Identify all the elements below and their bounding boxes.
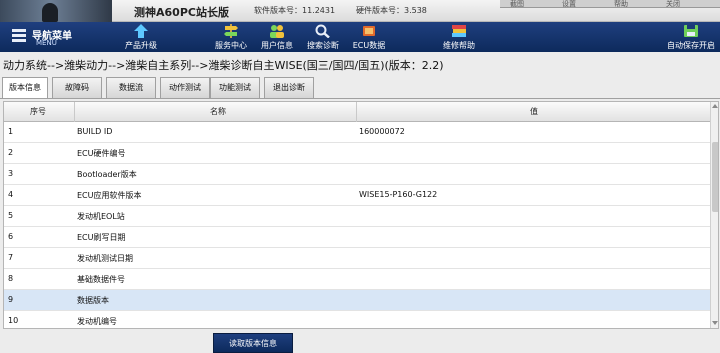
row-no: 5 — [8, 211, 14, 220]
diagnostic-app: 测神A60PC站长版 软件版本号：11.2431 硬件版本号：3.538 截图 … — [0, 0, 720, 353]
row-value: 160000072 — [359, 127, 405, 136]
help-button[interactable]: 帮助 — [614, 0, 628, 8]
title-bar: 测神A60PC站长版 软件版本号：11.2431 硬件版本号：3.538 截图 … — [0, 0, 720, 22]
settings-button[interactable]: 设置 — [562, 0, 576, 8]
ecu-data-button[interactable]: ECU数据 — [346, 24, 392, 51]
table-row[interactable]: 1 BUILD ID 160000072 — [4, 122, 710, 143]
table-row[interactable]: 6 ECU刷写日期 — [4, 227, 710, 248]
tab-version-info[interactable]: 版本信息 — [2, 77, 48, 99]
row-no: 10 — [8, 316, 19, 325]
table-row[interactable]: 4 ECU应用软件版本 WISE15-P160-G122 — [4, 185, 710, 206]
table-row[interactable]: 3 Bootloader版本 — [4, 164, 710, 185]
user-info-label: 用户信息 — [261, 41, 293, 50]
column-header-no[interactable]: 序号 — [30, 106, 46, 117]
screenshot-button[interactable]: 截图 — [510, 0, 524, 8]
row-no: 8 — [8, 274, 14, 283]
column-header-name[interactable]: 名称 — [210, 106, 226, 117]
upgrade-arrow-icon — [134, 24, 148, 38]
scroll-up-arrow-icon[interactable] — [712, 104, 718, 108]
nav-menu-sublabel: MENU — [36, 39, 57, 47]
row-name: 发动机编号 — [77, 317, 117, 326]
main-toolbar: 导航菜单 MENU 产品升级 服务中心 用户信息 搜索诊断 ECU数据 维修帮助… — [0, 22, 720, 52]
row-no: 2 — [8, 148, 14, 157]
repair-help-button[interactable]: 维修帮助 — [436, 24, 482, 51]
table-row[interactable]: 8 基础数据件号 — [4, 269, 710, 290]
row-name: ECU硬件编号 — [77, 149, 126, 158]
auto-save-button[interactable]: 自动保存开启 — [664, 24, 718, 51]
row-name: 发动机测试日期 — [77, 254, 133, 263]
table-row[interactable]: 5 发动机EOL站 — [4, 206, 710, 227]
scrollbar-thumb[interactable] — [712, 142, 718, 212]
tab-exit-diagnosis[interactable]: 退出诊断 — [264, 77, 314, 98]
row-no: 9 — [8, 295, 14, 304]
row-name: 数据版本 — [77, 296, 109, 305]
auto-save-icon — [684, 25, 698, 37]
user-info-button[interactable]: 用户信息 — [254, 24, 300, 51]
hardware-version: 硬件版本号：3.538 — [356, 6, 427, 15]
repair-help-label: 维修帮助 — [443, 41, 475, 50]
row-no: 1 — [8, 127, 14, 136]
row-no: 3 — [8, 169, 14, 178]
table-row-selected[interactable]: 9 数据版本 — [4, 290, 710, 311]
table-header: 序号 名称 值 — [4, 102, 710, 122]
product-upgrade-button[interactable]: 产品升级 — [118, 24, 164, 51]
table-row[interactable]: 7 发动机测试日期 — [4, 248, 710, 269]
auto-save-label: 自动保存开启 — [667, 41, 715, 50]
close-button[interactable]: 关闭 — [666, 0, 680, 8]
menu-icon — [12, 29, 26, 43]
read-version-button[interactable]: 读取版本信息 — [213, 333, 293, 353]
product-upgrade-label: 产品升级 — [125, 41, 157, 50]
row-name: ECU应用软件版本 — [77, 191, 142, 200]
tab-action-test[interactable]: 动作测试 — [160, 77, 210, 98]
table-scrollbar[interactable] — [710, 102, 718, 328]
row-name: Bootloader版本 — [77, 170, 137, 179]
row-name: 基础数据件号 — [77, 275, 125, 284]
tab-fault-codes[interactable]: 故障码 — [52, 77, 102, 98]
search-diagnosis-label: 搜索诊断 — [307, 41, 339, 50]
tab-divider — [0, 98, 720, 99]
ecu-data-label: ECU数据 — [352, 41, 386, 50]
row-name: BUILD ID — [77, 127, 113, 136]
signpost-icon — [224, 24, 238, 38]
row-no: 6 — [8, 232, 14, 241]
service-center-label: 服务中心 — [215, 41, 247, 50]
nav-menu-button[interactable]: 导航菜单 MENU — [12, 26, 82, 48]
table-row[interactable]: 10 发动机编号 — [4, 311, 710, 328]
row-name: ECU刷写日期 — [77, 233, 126, 242]
column-header-value[interactable]: 值 — [530, 106, 538, 117]
tab-data-stream[interactable]: 数据流 — [106, 77, 156, 98]
tab-function-test[interactable]: 功能测试 — [210, 77, 260, 98]
version-table: 序号 名称 值 1 BUILD ID 160000072 2 ECU硬件编号 3… — [3, 101, 719, 329]
books-icon — [452, 25, 466, 37]
service-center-button[interactable]: 服务中心 — [208, 24, 254, 51]
ecu-chip-icon — [363, 26, 375, 36]
software-version: 软件版本号：11.2431 — [254, 6, 336, 15]
app-title: 测神A60PC站长版 — [134, 6, 229, 19]
users-icon — [270, 25, 284, 38]
scroll-down-arrow-icon[interactable] — [712, 321, 718, 325]
search-diagnosis-button[interactable]: 搜索诊断 — [300, 24, 346, 51]
row-no: 4 — [8, 190, 14, 199]
row-no: 7 — [8, 253, 14, 262]
row-value: WISE15-P160-G122 — [359, 190, 438, 199]
window-controls: 截图 设置 帮助 关闭 — [500, 0, 720, 8]
row-name: 发动机EOL站 — [77, 212, 125, 221]
header-photo — [0, 0, 112, 22]
search-icon — [315, 24, 330, 38]
table-row[interactable]: 2 ECU硬件编号 — [4, 143, 710, 164]
breadcrumb: 动力系统-->潍柴动力-->潍柴自主系列-->潍柴诊断自主WISE(国三/国四/… — [3, 59, 444, 72]
